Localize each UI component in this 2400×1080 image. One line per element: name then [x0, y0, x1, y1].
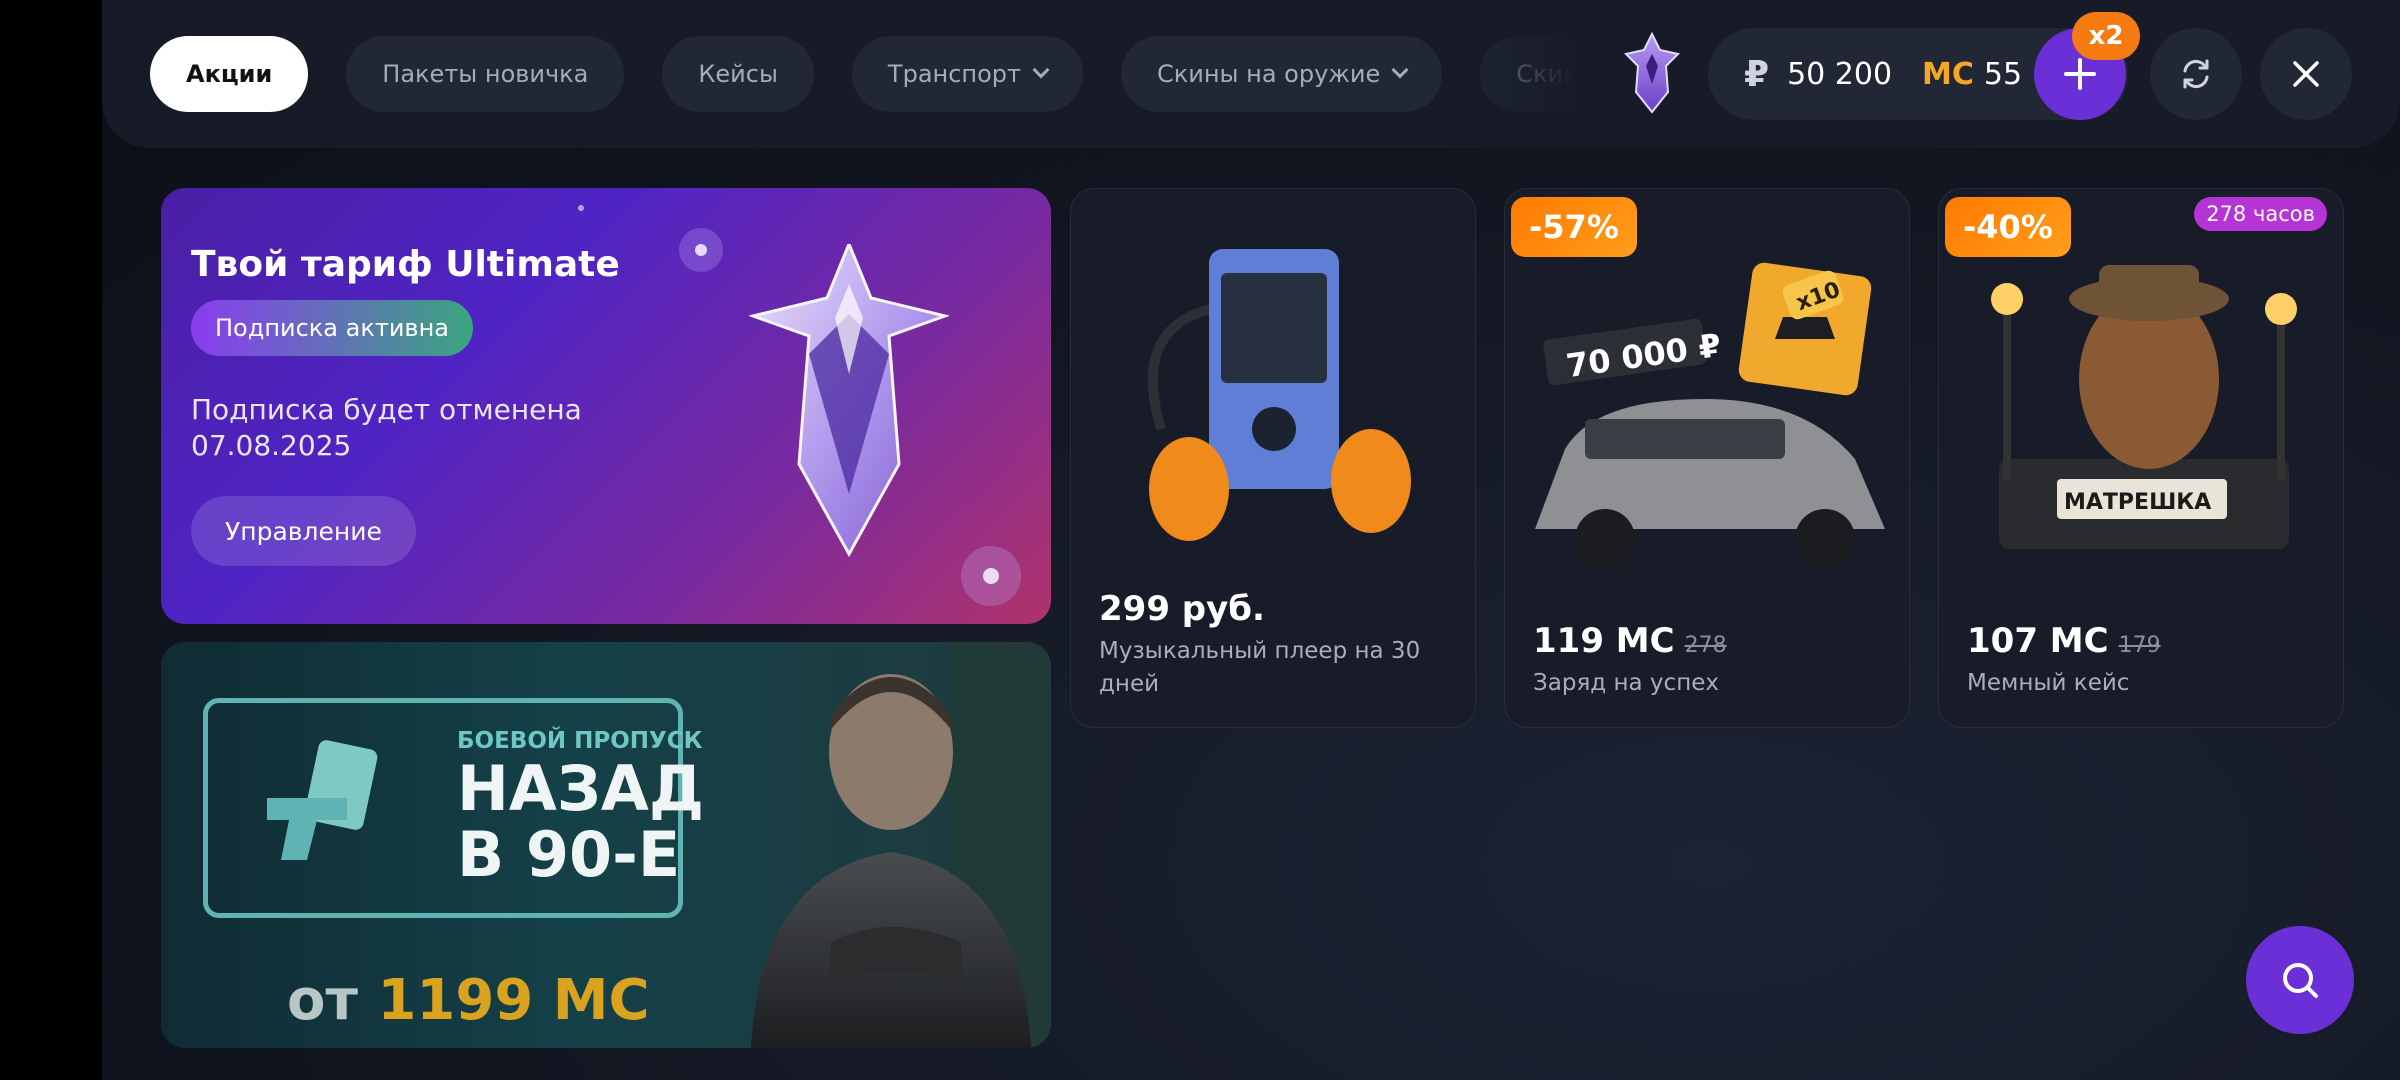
plus-icon	[2064, 58, 2096, 90]
price-prefix: от	[287, 968, 358, 1033]
tab-starter-packs[interactable]: Пакеты новичка	[346, 36, 625, 112]
product-price-line: 107 MC 179	[1967, 621, 2161, 661]
discount-badge: -57%	[1511, 197, 1637, 257]
category-tabs: Акции Пакеты новичка Кейсы Транспорт Ски…	[150, 36, 1600, 112]
ultimate-crystal-emblem-icon	[749, 244, 949, 558]
tab-transport[interactable]: Транспорт	[851, 36, 1083, 112]
battle-pass-banner[interactable]: БОЕВОЙ ПРОПУСК НАЗАД В 90-Е от 1199 MC	[161, 642, 1051, 1048]
product-card-success-charge[interactable]: 70 000 ₽ x10 -57% 119 MC 278 Заряд на ус…	[1504, 188, 1910, 728]
refresh-button[interactable]	[2150, 28, 2242, 120]
subscription-status-badge: Подписка активна	[191, 300, 473, 356]
pistol-card-icon	[267, 740, 378, 860]
case-label-text: МАТРЕШКА	[2064, 490, 2211, 515]
bonus-multiplier-badge: x2	[2072, 12, 2140, 60]
subscription-title: Твой тариф Ultimate	[191, 244, 620, 285]
chevron-down-icon	[1032, 61, 1050, 79]
subscription-cancel-note: Подписка будет отменена 07.08.2025	[191, 392, 711, 464]
manage-subscription-button[interactable]: Управление	[191, 496, 416, 566]
product-price: 299 руб.	[1099, 589, 1265, 629]
cancel-note-line: Подписка будет отменена	[191, 393, 582, 426]
tab-label: Скины на оружие	[1157, 60, 1381, 88]
rank-emblem-icon	[1624, 32, 1680, 114]
product-price: 119 MC	[1533, 621, 1675, 661]
meme-case-image: МАТРЕШКА	[1991, 265, 2297, 549]
chevron-down-icon	[1391, 61, 1409, 79]
product-name: Заряд на успех	[1533, 670, 1719, 696]
refresh-icon	[2183, 59, 2209, 89]
tab-skins[interactable]: Скины	[1480, 36, 1600, 112]
tab-label: Акции	[186, 60, 273, 88]
tab-weapon-skins[interactable]: Скины на оружие	[1121, 36, 1443, 112]
shop-screen: Акции Пакеты новичка Кейсы Транспорт Ски…	[102, 0, 2400, 1080]
discount-badge: -40%	[1945, 197, 2071, 257]
mc-balance: 55	[1983, 56, 2023, 92]
search-button[interactable]	[2246, 926, 2354, 1034]
time-left-badge: 278 часов	[2194, 197, 2327, 231]
close-icon	[2293, 61, 2319, 87]
music-player-image	[1147, 249, 1411, 541]
product-price-line: 119 MC 278	[1533, 621, 1727, 661]
pass-price: от 1199 MC	[287, 968, 650, 1033]
product-old-price: 278	[1684, 633, 1727, 658]
tab-promotions[interactable]: Акции	[150, 36, 309, 112]
product-name: Музыкальный плеер на 30 дней	[1099, 638, 1421, 697]
ruble-icon: ₽	[1744, 53, 1770, 95]
top-bar: Акции Пакеты новичка Кейсы Транспорт Ски…	[102, 0, 2400, 148]
pass-title-line: НАЗАД	[457, 752, 705, 825]
cancel-date: 07.08.2025	[191, 429, 352, 462]
pass-title-line: В 90-Е	[457, 818, 681, 891]
price-value: 1199 MC	[377, 968, 650, 1033]
tab-label: Транспорт	[887, 60, 1021, 88]
tab-label: Пакеты новичка	[382, 60, 589, 88]
product-name: Мемный кейс	[1967, 670, 2130, 696]
rub-balance: 50 200	[1787, 56, 1893, 92]
product-old-price: 179	[2118, 633, 2161, 658]
pass-title: НАЗАД В 90-Е	[457, 756, 704, 888]
search-icon	[2283, 963, 2318, 998]
product-card-meme-case[interactable]: МАТРЕШКА -40% 278 часов 107 MC 179 Мемны…	[1938, 188, 2344, 728]
mc-currency-icon: MC	[1922, 56, 1974, 92]
character-portrait-image	[751, 642, 1051, 1048]
tab-cases[interactable]: Кейсы	[662, 36, 814, 112]
pass-subtitle: БОЕВОЙ ПРОПУСК	[457, 728, 703, 754]
close-button[interactable]	[2260, 28, 2352, 120]
ultimate-subscription-banner[interactable]: Твой тариф Ultimate Подписка активна Под…	[161, 188, 1051, 624]
tab-label: Кейсы	[698, 60, 778, 88]
car-and-cash-image: 70 000 ₽ x10	[1535, 262, 1885, 569]
product-price: 107 MC	[1967, 621, 2109, 661]
product-card-music-player[interactable]: 299 руб. Музыкальный плеер на 30 дней	[1070, 188, 1476, 728]
tab-label: Скины	[1516, 60, 1598, 88]
